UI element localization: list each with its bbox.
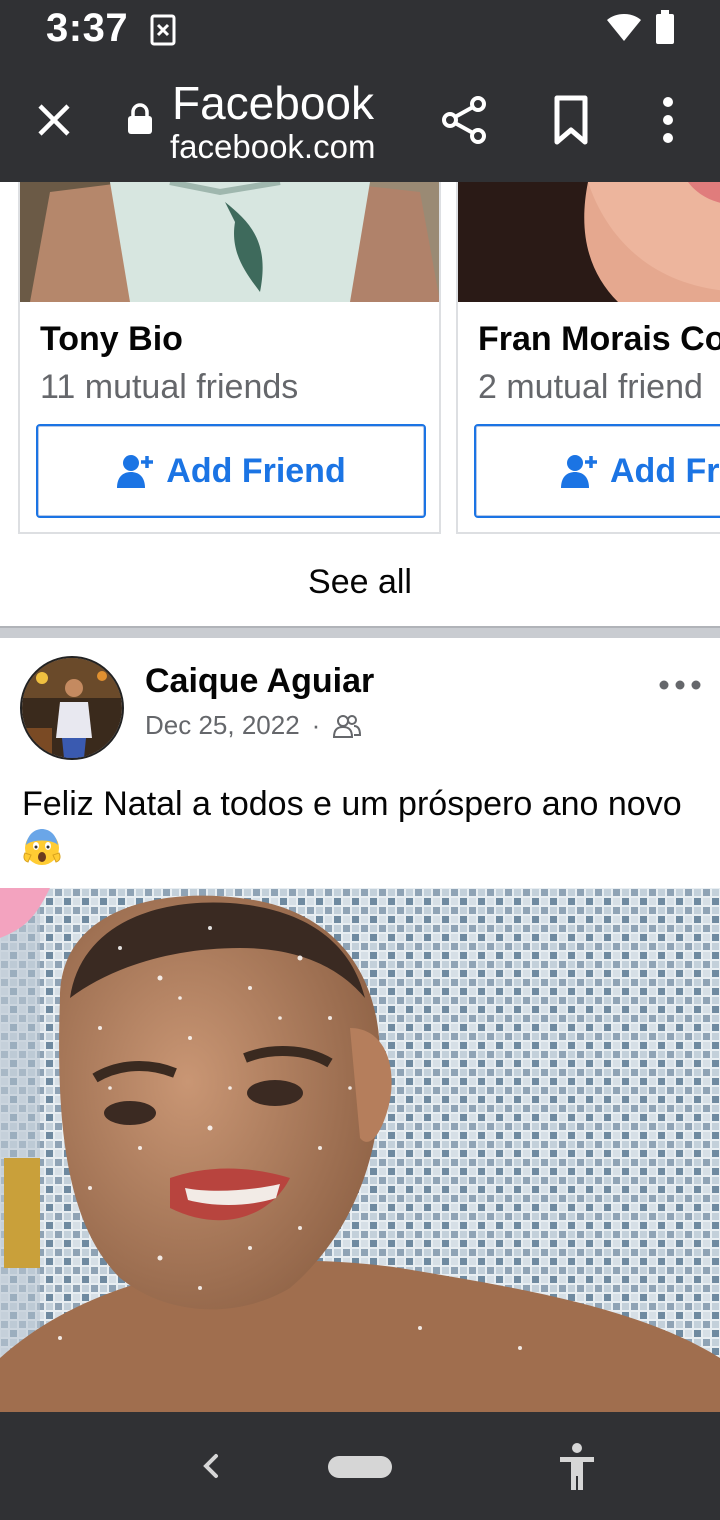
friend-suggestions: Tony Bio 11 mutual friends Add Friend Fr… xyxy=(0,182,720,630)
meta-separator: · xyxy=(311,710,321,740)
back-icon[interactable] xyxy=(194,1446,228,1486)
mutual-friends: 2 mutual friend xyxy=(478,368,703,406)
battery-icon xyxy=(656,10,674,44)
share-icon[interactable] xyxy=(436,92,492,148)
screen: 3:37 Facebook facebook.com Tony Bio 11 m… xyxy=(0,0,720,1520)
see-all-link[interactable]: See all xyxy=(0,542,720,622)
suggestion-card[interactable]: Tony Bio 11 mutual friends Add Friend xyxy=(18,182,441,534)
scream-emoji-icon xyxy=(23,829,61,865)
post-header: Caique Aguiar Dec 25, 2022 · xyxy=(0,640,720,770)
avatar[interactable] xyxy=(20,656,124,760)
add-friend-icon xyxy=(561,455,597,488)
more-vert-icon[interactable] xyxy=(646,92,690,148)
system-nav-bar xyxy=(0,1412,720,1520)
page-url: facebook.com xyxy=(170,128,376,165)
bookmark-icon[interactable] xyxy=(546,92,596,148)
post-author[interactable]: Caique Aguiar xyxy=(145,662,374,701)
lock-icon xyxy=(128,103,152,134)
profile-photo[interactable] xyxy=(20,182,439,302)
add-friend-button[interactable]: Add Friend xyxy=(36,424,426,518)
suggestion-name[interactable]: Fran Morais Co xyxy=(478,320,720,359)
close-icon xyxy=(38,104,70,136)
accessibility-icon[interactable] xyxy=(556,1442,598,1492)
section-divider xyxy=(0,626,720,638)
wifi-icon xyxy=(607,14,641,41)
profile-photo[interactable] xyxy=(458,182,720,302)
suggestion-card[interactable]: Fran Morais Co 2 mutual friend Add Fri xyxy=(456,182,720,534)
close-button[interactable] xyxy=(30,96,78,144)
add-friend-icon xyxy=(117,455,154,488)
add-friend-label: Add Fri xyxy=(610,451,720,490)
mutual-friends: 11 mutual friends xyxy=(40,368,299,406)
post-photo-image xyxy=(0,888,720,1412)
friends-icon xyxy=(333,714,362,738)
post-meta: Dec 25, 2022 · xyxy=(145,710,362,741)
post-body: Feliz Natal a todos e um próspero ano no… xyxy=(22,785,682,823)
status-time: 3:37 xyxy=(46,6,129,50)
add-friend-label: Add Friend xyxy=(166,451,346,490)
page-title: Facebook xyxy=(172,77,375,129)
home-pill[interactable] xyxy=(328,1456,392,1478)
post-text: Feliz Natal a todos e um próspero ano no… xyxy=(22,782,682,870)
add-friend-button[interactable]: Add Fri xyxy=(474,424,720,518)
custom-tab-toolbar: Facebook facebook.com xyxy=(0,62,720,182)
avatar-image xyxy=(22,658,122,758)
suggestion-name[interactable]: Tony Bio xyxy=(40,320,183,359)
notification-icon xyxy=(150,14,176,46)
status-bar: 3:37 xyxy=(0,0,720,62)
profile-photo-image xyxy=(458,182,720,302)
profile-photo-image xyxy=(20,182,439,302)
post-date[interactable]: Dec 25, 2022 xyxy=(145,710,300,741)
more-horiz-icon[interactable] xyxy=(656,670,704,700)
post-photo[interactable] xyxy=(0,888,720,1412)
